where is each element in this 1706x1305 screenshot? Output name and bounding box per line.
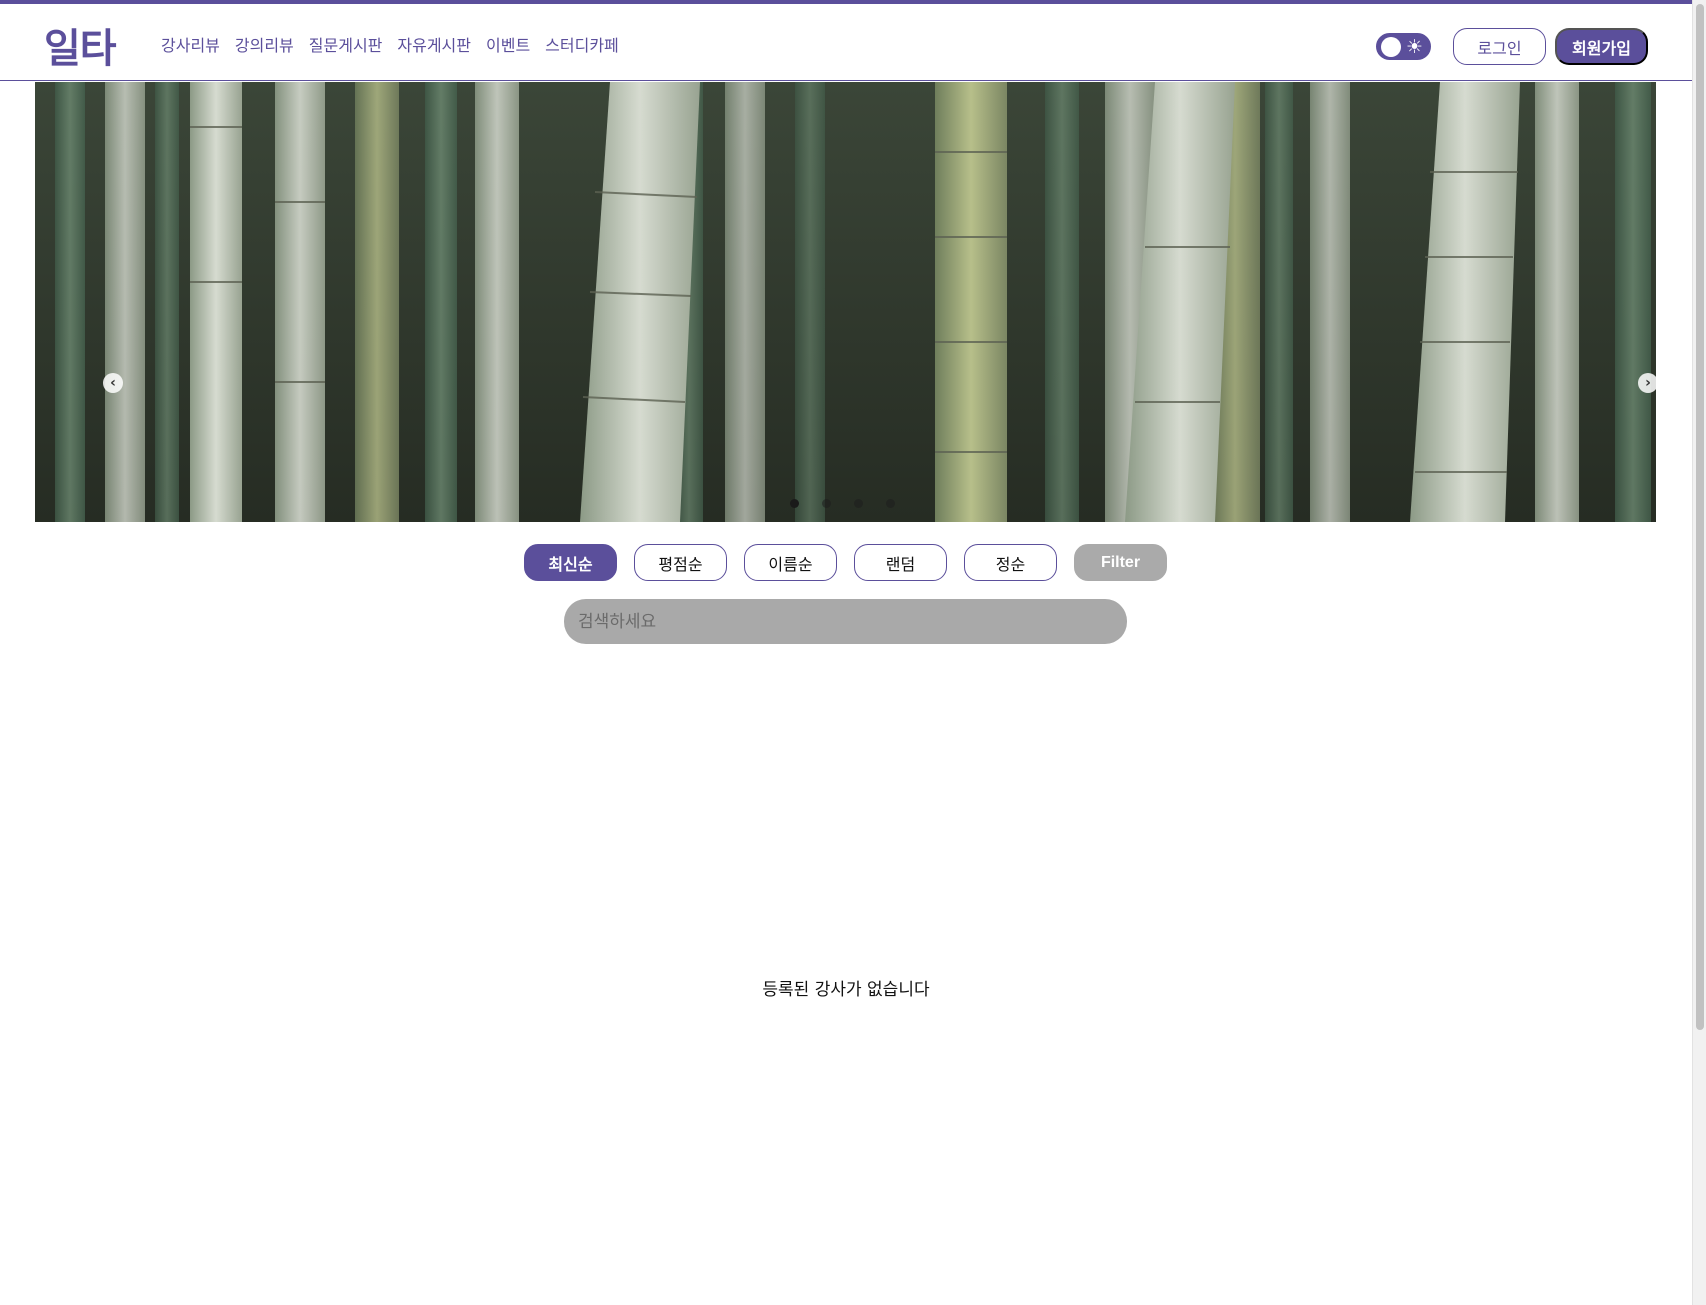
- carousel-image: [35, 82, 1656, 522]
- sort-name-button[interactable]: 이름순: [744, 544, 837, 581]
- carousel-indicators: [790, 499, 895, 508]
- scrollbar-thumb[interactable]: [1696, 4, 1704, 1030]
- nav-item-instructor-review[interactable]: 강사리뷰: [161, 32, 220, 56]
- hero-carousel: ‹ ›: [35, 82, 1656, 522]
- signup-button[interactable]: 회원가입: [1555, 28, 1648, 65]
- carousel-prev-button[interactable]: ‹: [103, 373, 123, 393]
- sort-ascending-button[interactable]: 정순: [964, 544, 1057, 581]
- sort-rating-button[interactable]: 평점순: [634, 544, 727, 581]
- page-scrollbar[interactable]: [1692, 0, 1706, 1305]
- login-button[interactable]: 로그인: [1453, 28, 1546, 65]
- chevron-right-icon: ›: [1645, 375, 1651, 391]
- toggle-knob: [1381, 37, 1401, 57]
- theme-toggle[interactable]: ☀: [1376, 33, 1431, 60]
- nav-item-lecture-review[interactable]: 강의리뷰: [235, 32, 294, 56]
- sort-random-button[interactable]: 랜덤: [854, 544, 947, 581]
- filter-button[interactable]: Filter: [1074, 544, 1167, 581]
- sun-icon: ☀: [1406, 36, 1424, 58]
- search-input[interactable]: [564, 599, 1127, 644]
- sort-bar: 최신순 평점순 이름순 랜덤 정순 Filter: [524, 544, 1167, 581]
- carousel-next-button[interactable]: ›: [1638, 373, 1656, 393]
- nav-item-event[interactable]: 이벤트: [486, 32, 530, 56]
- site-logo[interactable]: 일타: [44, 16, 117, 74]
- nav-item-free-board[interactable]: 자유게시판: [397, 32, 471, 56]
- nav-item-study-cafe[interactable]: 스터디카페: [545, 32, 619, 56]
- carousel-dot[interactable]: [790, 499, 799, 508]
- carousel-dot[interactable]: [854, 499, 863, 508]
- empty-state-message: 등록된 강사가 없습니다: [762, 980, 930, 1000]
- sort-latest-button[interactable]: 최신순: [524, 544, 617, 581]
- site-header: 일타 강사리뷰 강의리뷰 질문게시판 자유게시판 이벤트 스터디카페 ☀ 로그인…: [0, 4, 1692, 81]
- chevron-left-icon: ‹: [110, 375, 116, 391]
- nav-item-qna-board[interactable]: 질문게시판: [309, 32, 383, 56]
- main-nav: 강사리뷰 강의리뷰 질문게시판 자유게시판 이벤트 스터디카페: [161, 32, 619, 56]
- carousel-dot[interactable]: [822, 499, 831, 508]
- carousel-dot[interactable]: [886, 499, 895, 508]
